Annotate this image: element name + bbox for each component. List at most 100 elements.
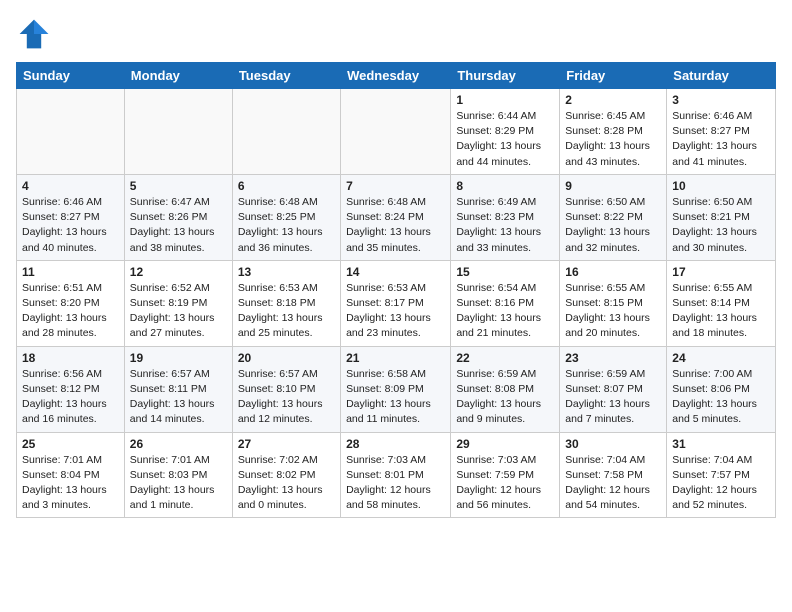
day-number: 15 <box>456 265 554 279</box>
day-number: 25 <box>22 437 119 451</box>
day-info: Sunrise: 6:53 AM Sunset: 8:17 PM Dayligh… <box>346 281 445 342</box>
calendar-cell <box>17 89 125 175</box>
day-info: Sunrise: 6:52 AM Sunset: 8:19 PM Dayligh… <box>130 281 227 342</box>
day-info: Sunrise: 6:57 AM Sunset: 8:10 PM Dayligh… <box>238 367 335 428</box>
calendar-header-row: SundayMondayTuesdayWednesdayThursdayFrid… <box>17 63 776 89</box>
day-info: Sunrise: 6:46 AM Sunset: 8:27 PM Dayligh… <box>22 195 119 256</box>
calendar-cell: 25 Sunrise: 7:01 AM Sunset: 8:04 PM Dayli… <box>17 432 125 518</box>
calendar-cell: 28Sunrise: 7:03 AM Sunset: 8:01 PM Dayli… <box>341 432 451 518</box>
day-number: 6 <box>238 179 335 193</box>
calendar-cell: 30Sunrise: 7:04 AM Sunset: 7:58 PM Dayli… <box>560 432 667 518</box>
calendar-cell: 22Sunrise: 6:59 AM Sunset: 8:08 PM Dayli… <box>451 346 560 432</box>
calendar-cell: 18Sunrise: 6:56 AM Sunset: 8:12 PM Dayli… <box>17 346 125 432</box>
calendar-cell: 4 Sunrise: 6:46 AM Sunset: 8:27 PM Daylig… <box>17 174 125 260</box>
page-container: SundayMondayTuesdayWednesdayThursdayFrid… <box>0 0 792 526</box>
calendar-cell: 1 Sunrise: 6:44 AM Sunset: 8:29 PM Daylig… <box>451 89 560 175</box>
weekday-header-saturday: Saturday <box>667 63 776 89</box>
day-number: 3 <box>672 93 770 107</box>
day-info: Sunrise: 6:59 AM Sunset: 8:07 PM Dayligh… <box>565 367 661 428</box>
logo <box>16 16 56 52</box>
day-info: Sunrise: 7:04 AM Sunset: 7:57 PM Dayligh… <box>672 453 770 514</box>
calendar-cell: 10 Sunrise: 6:50 AM Sunset: 8:21 PM Dayli… <box>667 174 776 260</box>
day-number: 31 <box>672 437 770 451</box>
day-number: 1 <box>456 93 554 107</box>
weekday-header-wednesday: Wednesday <box>341 63 451 89</box>
day-info: Sunrise: 6:46 AM Sunset: 8:27 PM Dayligh… <box>672 109 770 170</box>
calendar-cell: 5 Sunrise: 6:47 AM Sunset: 8:26 PM Daylig… <box>124 174 232 260</box>
weekday-header-thursday: Thursday <box>451 63 560 89</box>
day-number: 5 <box>130 179 227 193</box>
calendar-cell: 8 Sunrise: 6:49 AM Sunset: 8:23 PM Daylig… <box>451 174 560 260</box>
day-number: 19 <box>130 351 227 365</box>
calendar-cell: 6Sunrise: 6:48 AM Sunset: 8:25 PM Daylig… <box>232 174 340 260</box>
day-info: Sunrise: 6:54 AM Sunset: 8:16 PM Dayligh… <box>456 281 554 342</box>
day-info: Sunrise: 6:58 AM Sunset: 8:09 PM Dayligh… <box>346 367 445 428</box>
day-number: 17 <box>672 265 770 279</box>
day-number: 10 <box>672 179 770 193</box>
day-info: Sunrise: 6:50 AM Sunset: 8:22 PM Dayligh… <box>565 195 661 256</box>
day-number: 22 <box>456 351 554 365</box>
calendar-cell: 15 Sunrise: 6:54 AM Sunset: 8:16 PM Dayli… <box>451 260 560 346</box>
day-number: 27 <box>238 437 335 451</box>
day-number: 16 <box>565 265 661 279</box>
calendar-cell: 12 Sunrise: 6:52 AM Sunset: 8:19 PM Dayli… <box>124 260 232 346</box>
calendar-cell: 20 Sunrise: 6:57 AM Sunset: 8:10 PM Dayli… <box>232 346 340 432</box>
day-info: Sunrise: 7:01 AM Sunset: 8:04 PM Dayligh… <box>22 453 119 514</box>
day-number: 4 <box>22 179 119 193</box>
day-number: 21 <box>346 351 445 365</box>
day-info: Sunrise: 6:55 AM Sunset: 8:14 PM Dayligh… <box>672 281 770 342</box>
day-number: 24 <box>672 351 770 365</box>
day-info: Sunrise: 6:50 AM Sunset: 8:21 PM Dayligh… <box>672 195 770 256</box>
day-number: 23 <box>565 351 661 365</box>
day-number: 28 <box>346 437 445 451</box>
day-number: 20 <box>238 351 335 365</box>
day-number: 18 <box>22 351 119 365</box>
day-number: 29 <box>456 437 554 451</box>
weekday-header-tuesday: Tuesday <box>232 63 340 89</box>
calendar-cell: 29 Sunrise: 7:03 AM Sunset: 7:59 PM Dayli… <box>451 432 560 518</box>
calendar-cell: 13 Sunrise: 6:53 AM Sunset: 8:18 PM Dayli… <box>232 260 340 346</box>
day-info: Sunrise: 7:03 AM Sunset: 7:59 PM Dayligh… <box>456 453 554 514</box>
day-number: 26 <box>130 437 227 451</box>
logo-icon <box>16 16 52 52</box>
calendar-cell: 17 Sunrise: 6:55 AM Sunset: 8:14 PM Dayli… <box>667 260 776 346</box>
calendar-week-4: 18Sunrise: 6:56 AM Sunset: 8:12 PM Dayli… <box>17 346 776 432</box>
day-info: Sunrise: 6:47 AM Sunset: 8:26 PM Dayligh… <box>130 195 227 256</box>
calendar-week-2: 4 Sunrise: 6:46 AM Sunset: 8:27 PM Daylig… <box>17 174 776 260</box>
day-info: Sunrise: 7:01 AM Sunset: 8:03 PM Dayligh… <box>130 453 227 514</box>
calendar-cell: 11 Sunrise: 6:51 AM Sunset: 8:20 PM Dayli… <box>17 260 125 346</box>
weekday-header-friday: Friday <box>560 63 667 89</box>
day-number: 13 <box>238 265 335 279</box>
day-info: Sunrise: 6:44 AM Sunset: 8:29 PM Dayligh… <box>456 109 554 170</box>
weekday-header-sunday: Sunday <box>17 63 125 89</box>
calendar-cell: 21 Sunrise: 6:58 AM Sunset: 8:09 PM Dayli… <box>341 346 451 432</box>
calendar-cell: 26 Sunrise: 7:01 AM Sunset: 8:03 PM Dayli… <box>124 432 232 518</box>
day-info: Sunrise: 6:45 AM Sunset: 8:28 PM Dayligh… <box>565 109 661 170</box>
day-number: 14 <box>346 265 445 279</box>
day-number: 12 <box>130 265 227 279</box>
calendar-cell: 23 Sunrise: 6:59 AM Sunset: 8:07 PM Dayli… <box>560 346 667 432</box>
day-info: Sunrise: 6:51 AM Sunset: 8:20 PM Dayligh… <box>22 281 119 342</box>
day-number: 2 <box>565 93 661 107</box>
calendar-cell: 31 Sunrise: 7:04 AM Sunset: 7:57 PM Dayli… <box>667 432 776 518</box>
calendar-cell: 14 Sunrise: 6:53 AM Sunset: 8:17 PM Dayli… <box>341 260 451 346</box>
calendar-cell: 2 Sunrise: 6:45 AM Sunset: 8:28 PM Daylig… <box>560 89 667 175</box>
calendar-cell: 7Sunrise: 6:48 AM Sunset: 8:24 PM Daylig… <box>341 174 451 260</box>
calendar-cell: 3 Sunrise: 6:46 AM Sunset: 8:27 PM Daylig… <box>667 89 776 175</box>
day-info: Sunrise: 6:53 AM Sunset: 8:18 PM Dayligh… <box>238 281 335 342</box>
day-info: Sunrise: 7:02 AM Sunset: 8:02 PM Dayligh… <box>238 453 335 514</box>
calendar-week-1: 1 Sunrise: 6:44 AM Sunset: 8:29 PM Daylig… <box>17 89 776 175</box>
day-number: 30 <box>565 437 661 451</box>
day-number: 9 <box>565 179 661 193</box>
day-number: 11 <box>22 265 119 279</box>
day-info: Sunrise: 6:49 AM Sunset: 8:23 PM Dayligh… <box>456 195 554 256</box>
day-number: 8 <box>456 179 554 193</box>
calendar-week-3: 11 Sunrise: 6:51 AM Sunset: 8:20 PM Dayli… <box>17 260 776 346</box>
day-info: Sunrise: 6:55 AM Sunset: 8:15 PM Dayligh… <box>565 281 661 342</box>
calendar-week-5: 25 Sunrise: 7:01 AM Sunset: 8:04 PM Dayli… <box>17 432 776 518</box>
day-info: Sunrise: 6:57 AM Sunset: 8:11 PM Dayligh… <box>130 367 227 428</box>
calendar-cell: 16 Sunrise: 6:55 AM Sunset: 8:15 PM Dayli… <box>560 260 667 346</box>
day-info: Sunrise: 6:48 AM Sunset: 8:24 PM Dayligh… <box>346 195 445 256</box>
calendar: SundayMondayTuesdayWednesdayThursdayFrid… <box>16 62 776 518</box>
day-info: Sunrise: 7:00 AM Sunset: 8:06 PM Dayligh… <box>672 367 770 428</box>
